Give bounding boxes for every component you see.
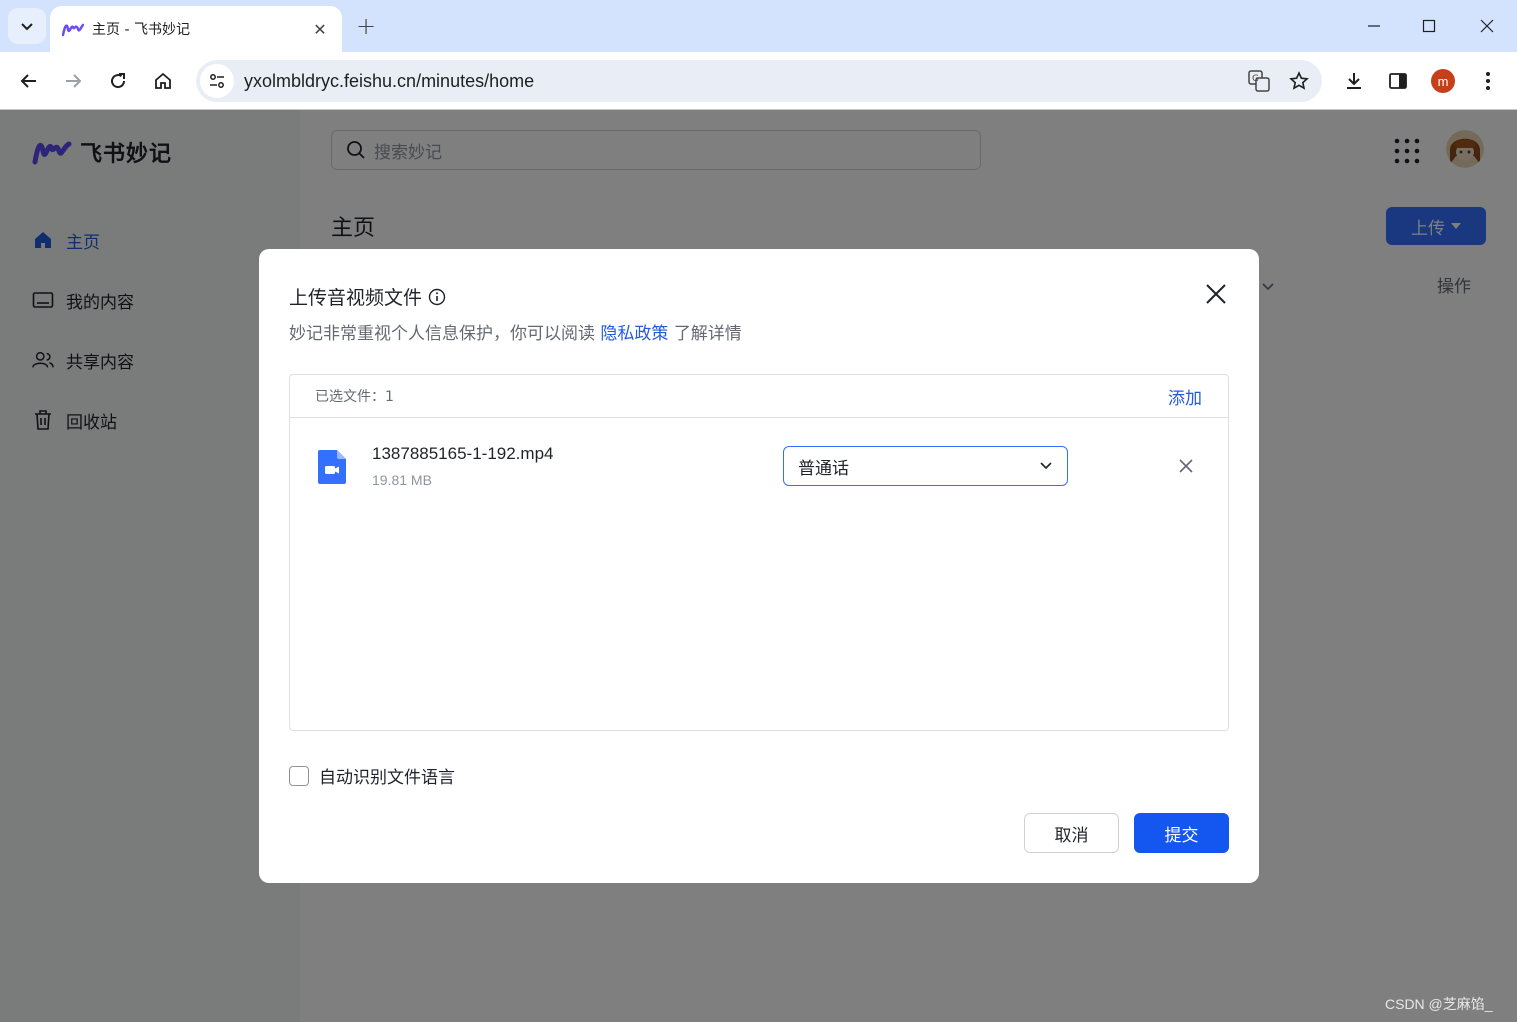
add-file-link[interactable]: 添加 bbox=[1168, 384, 1202, 409]
tune-icon bbox=[210, 74, 224, 88]
reload-icon bbox=[111, 73, 126, 89]
tab-close-icon[interactable]: ✕ bbox=[310, 19, 330, 39]
downloads-button[interactable] bbox=[1337, 64, 1371, 98]
auto-detect-checkbox[interactable] bbox=[289, 765, 309, 786]
side-panel-icon bbox=[1389, 73, 1407, 89]
more-vertical-icon bbox=[1486, 72, 1490, 90]
svg-text:G: G bbox=[1252, 74, 1259, 84]
dialog-close-button[interactable] bbox=[1203, 281, 1229, 307]
video-file-icon bbox=[318, 450, 346, 484]
file-name: 1387885165-1-192.mp4 bbox=[372, 444, 554, 463]
star-icon bbox=[1289, 71, 1309, 90]
upload-dialog: 上传音视频文件 妙记非常重视个人信息保护，你可以阅读 隐私政策 了解详情 已选文… bbox=[259, 249, 1259, 883]
download-icon bbox=[1347, 73, 1361, 89]
submit-button[interactable]: 提交 bbox=[1134, 813, 1229, 853]
home-button[interactable] bbox=[146, 64, 180, 98]
file-size: 19.81 MB bbox=[372, 472, 432, 488]
auto-detect-language-option[interactable]: 自动识别文件语言 bbox=[289, 763, 455, 788]
chevron-down-icon bbox=[1040, 462, 1052, 470]
home-outline-icon bbox=[155, 72, 171, 89]
selected-file-count: 已选文件：1 bbox=[315, 389, 394, 405]
close-icon bbox=[1179, 459, 1193, 473]
reload-button[interactable] bbox=[101, 64, 135, 98]
feishu-minutes-favicon bbox=[62, 18, 84, 40]
selected-files-panel: 已选文件：1 添加 1387885165-1-192.mp4 19.81 MB … bbox=[289, 374, 1229, 731]
close-icon bbox=[1480, 19, 1494, 33]
close-window-button[interactable] bbox=[1462, 6, 1512, 46]
side-panel-button[interactable] bbox=[1381, 64, 1415, 98]
privacy-policy-link[interactable]: 隐私政策 bbox=[600, 324, 668, 344]
info-icon[interactable] bbox=[428, 288, 446, 306]
translate-icon: G bbox=[1248, 70, 1270, 92]
language-select[interactable]: 普通话 bbox=[783, 446, 1068, 486]
chevron-down-icon bbox=[21, 23, 33, 31]
minimize-button[interactable] bbox=[1349, 6, 1399, 46]
url-text[interactable]: yxolmbldryc.feishu.cn/minutes/home bbox=[244, 71, 1242, 92]
profile-avatar[interactable]: m bbox=[1431, 69, 1455, 93]
minimize-icon bbox=[1368, 25, 1380, 27]
back-button[interactable] bbox=[12, 64, 46, 98]
language-select-value: 普通话 bbox=[798, 458, 849, 479]
maximize-icon bbox=[1422, 19, 1436, 33]
new-tab-button[interactable]: + bbox=[352, 12, 380, 40]
bookmark-button[interactable] bbox=[1282, 64, 1316, 98]
address-bar[interactable]: yxolmbldryc.feishu.cn/minutes/home G bbox=[196, 60, 1322, 102]
selected-files-header: 已选文件：1 添加 bbox=[290, 375, 1228, 418]
cancel-button[interactable]: 取消 bbox=[1024, 813, 1119, 853]
arrow-left-icon bbox=[20, 74, 36, 88]
tab-title: 主页 - 飞书妙记 bbox=[92, 22, 190, 38]
close-icon bbox=[1206, 284, 1226, 304]
dialog-title: 上传音视频文件 bbox=[289, 283, 446, 310]
browser-menu-button[interactable] bbox=[1471, 64, 1505, 98]
browser-toolbar: yxolmbldryc.feishu.cn/minutes/home G m bbox=[0, 52, 1517, 110]
watermark: CSDN @芝麻馅_ bbox=[1385, 996, 1493, 1012]
remove-file-button[interactable] bbox=[1176, 456, 1196, 476]
browser-tab-active[interactable]: 主页 - 飞书妙记 ✕ bbox=[50, 6, 342, 52]
auto-detect-label: 自动识别文件语言 bbox=[319, 768, 455, 788]
browser-tab-strip: 主页 - 飞书妙记 ✕ + bbox=[0, 0, 1517, 52]
dialog-subtitle: 妙记非常重视个人信息保护，你可以阅读 隐私政策 了解详情 bbox=[289, 324, 742, 344]
file-row: 1387885165-1-192.mp4 19.81 MB 普通话 bbox=[290, 418, 1228, 518]
site-info-button[interactable] bbox=[200, 64, 234, 98]
tab-search-button[interactable] bbox=[8, 8, 46, 44]
maximize-button[interactable] bbox=[1404, 6, 1454, 46]
forward-button[interactable] bbox=[56, 64, 90, 98]
translate-button[interactable]: G bbox=[1242, 64, 1276, 98]
arrow-right-icon bbox=[66, 74, 82, 88]
